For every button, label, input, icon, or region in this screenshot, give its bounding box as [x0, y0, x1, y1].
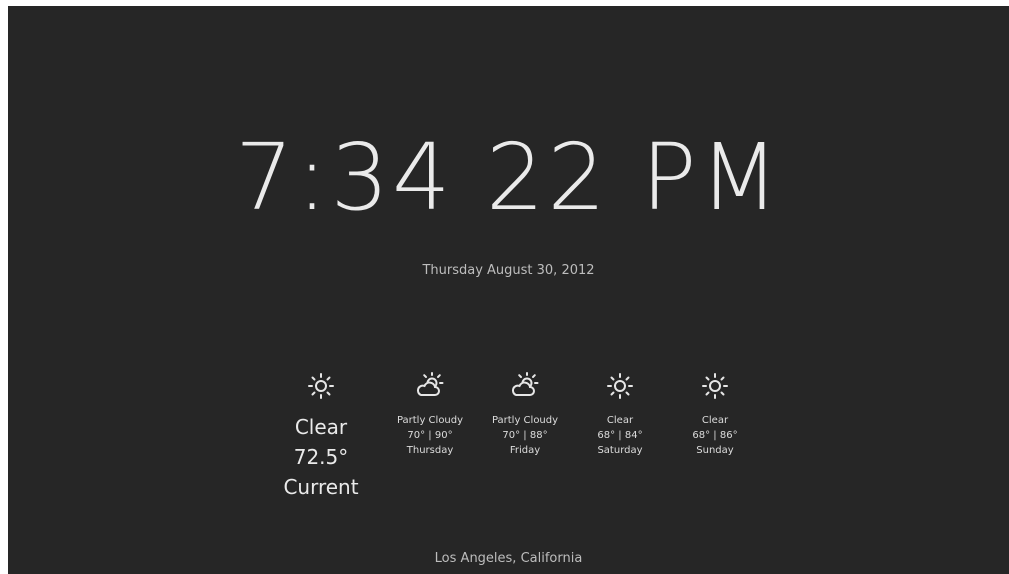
forecast-day-thursday: Partly Cloudy 70° | 90° Thursday: [385, 372, 475, 458]
location-label: Los Angeles, California: [434, 551, 583, 566]
forecast-day-sunday: Clear 68° | 86° Sunday: [670, 372, 760, 458]
current-label: Current: [283, 475, 359, 499]
forecast-day: Friday: [509, 445, 541, 456]
forecast-temps: 70° | 88°: [502, 430, 548, 441]
current-temperature: 72.5°: [293, 445, 349, 469]
forecast-temps: 70° | 90°: [407, 430, 453, 441]
current-weather: Clear 72.5° Current: [270, 372, 372, 502]
forecast-day: Saturday: [597, 445, 643, 456]
forecast-day: Thursday: [406, 445, 454, 456]
current-condition: Clear: [294, 415, 348, 439]
sun-icon: [670, 372, 760, 400]
sun-icon: [575, 372, 665, 400]
forecast-condition: Partly Cloudy: [396, 415, 464, 426]
forecast-condition: Clear: [606, 415, 634, 426]
forecast-condition: Clear: [701, 415, 729, 426]
clock-weather-screen: 7:34 22 PM Thursday August 30, 2012 Clea…: [8, 6, 1009, 574]
forecast-condition: Partly Cloudy: [491, 415, 559, 426]
sun-icon: [270, 372, 372, 400]
clock-time: 7:34 22 PM: [234, 124, 782, 231]
forecast-day-saturday: Clear 68° | 84° Saturday: [575, 372, 665, 458]
forecast-day: Sunday: [696, 445, 734, 456]
partly-cloudy-icon: [385, 372, 475, 400]
forecast-temps: 68° | 86°: [692, 430, 738, 441]
clock-date: Thursday August 30, 2012: [422, 263, 595, 278]
forecast-day-friday: Partly Cloudy 70° | 88° Friday: [480, 372, 570, 458]
partly-cloudy-icon: [480, 372, 570, 400]
forecast-temps: 68° | 84°: [597, 430, 643, 441]
